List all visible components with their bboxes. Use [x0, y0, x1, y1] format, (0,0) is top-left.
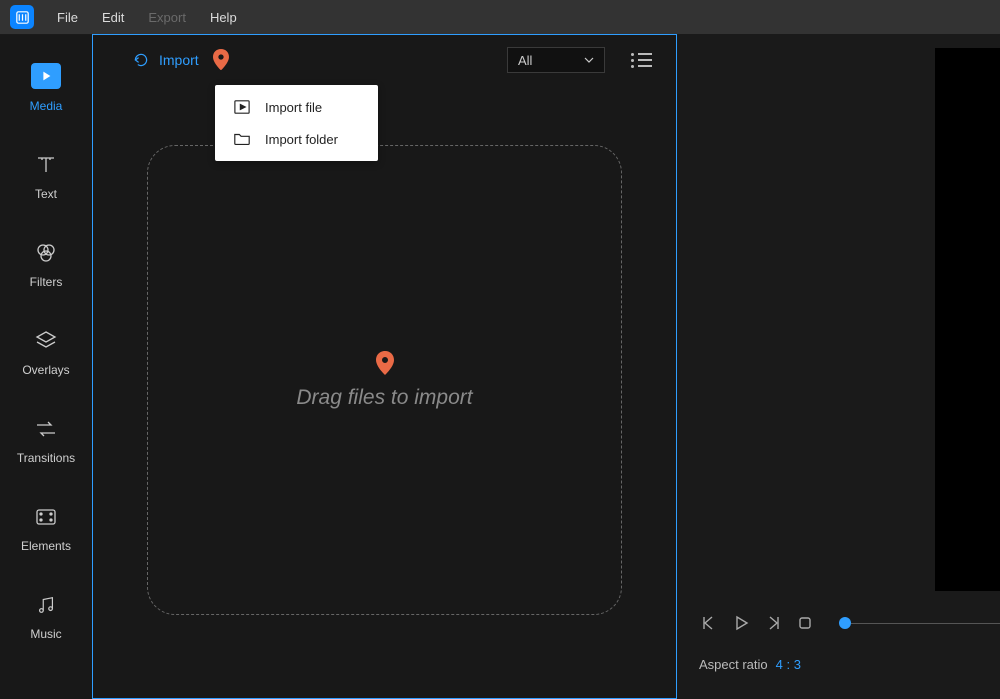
import-folder-item[interactable]: Import folder: [215, 123, 378, 155]
sidebar-tab-overlays[interactable]: Overlays: [0, 329, 92, 377]
menu-help[interactable]: Help: [199, 10, 248, 25]
elements-icon: [34, 505, 58, 529]
view-list-toggle[interactable]: [631, 53, 652, 68]
stop-button[interactable]: [795, 613, 815, 633]
marker-pin-icon: [213, 49, 229, 71]
play-button[interactable]: [731, 613, 751, 633]
sidebar-tab-transitions[interactable]: Transitions: [0, 417, 92, 465]
import-button[interactable]: Import: [133, 52, 199, 68]
sidebar-tab-media[interactable]: Media: [0, 63, 92, 113]
frame-back-button[interactable]: [699, 613, 719, 633]
sidebar-tab-elements[interactable]: Elements: [0, 505, 92, 553]
filters-icon: [34, 241, 58, 265]
import-file-item[interactable]: Import file: [215, 91, 378, 123]
sidebar-label-media: Media: [30, 99, 63, 113]
sidebar-label-overlays: Overlays: [22, 363, 69, 377]
media-icon: [31, 63, 61, 89]
aspect-ratio-value[interactable]: 4 : 3: [776, 657, 801, 672]
import-dropdown: Import file Import folder: [215, 85, 378, 161]
dropzone-message: Drag files to import: [296, 386, 472, 410]
music-icon: [34, 593, 58, 617]
sidebar-tab-music[interactable]: Music: [0, 593, 92, 641]
import-file-label: Import file: [265, 100, 322, 115]
import-label: Import: [159, 52, 199, 68]
aspect-ratio-label: Aspect ratio: [699, 657, 768, 672]
sidebar-label-elements: Elements: [21, 539, 71, 553]
sidebar-label-text: Text: [35, 187, 57, 201]
media-toolbar: Import All: [93, 35, 676, 85]
preview-controls: [677, 591, 1000, 633]
scrubber-track: [851, 623, 1000, 624]
preview-viewport: [935, 48, 1000, 591]
filter-selected-text: All: [518, 53, 532, 68]
menu-edit[interactable]: Edit: [91, 10, 135, 25]
chevron-down-icon: [584, 57, 594, 63]
menubar: File Edit Export Help: [0, 0, 1000, 34]
import-icon: [133, 52, 149, 68]
sidebar-tab-filters[interactable]: Filters: [0, 241, 92, 289]
workspace: Media Text Filters Overlays Transitions: [0, 34, 1000, 699]
sidebar-tab-text[interactable]: Text: [0, 153, 92, 201]
file-icon: [233, 99, 251, 115]
dropzone-pin-icon: [376, 350, 394, 376]
menu-export: Export: [137, 10, 197, 25]
sidebar: Media Text Filters Overlays Transitions: [0, 34, 92, 699]
sidebar-label-music: Music: [30, 627, 61, 641]
folder-icon: [233, 131, 251, 147]
overlays-icon: [34, 329, 58, 353]
media-panel: Import All Import file: [92, 34, 677, 699]
frame-forward-button[interactable]: [763, 613, 783, 633]
scrubber[interactable]: [839, 617, 1000, 629]
filter-select[interactable]: All: [507, 47, 605, 73]
preview-panel: Aspect ratio 4 : 3: [677, 34, 1000, 699]
app-logo-icon: [16, 11, 29, 24]
text-icon: [34, 153, 58, 177]
transitions-icon: [34, 417, 58, 441]
app-logo: [10, 5, 34, 29]
scrubber-handle[interactable]: [839, 617, 851, 629]
aspect-ratio-row: Aspect ratio 4 : 3: [677, 633, 1000, 672]
dropzone[interactable]: Drag files to import: [147, 145, 622, 615]
import-folder-label: Import folder: [265, 132, 338, 147]
sidebar-label-filters: Filters: [30, 275, 63, 289]
menu-file[interactable]: File: [46, 10, 89, 25]
sidebar-label-transitions: Transitions: [17, 451, 75, 465]
